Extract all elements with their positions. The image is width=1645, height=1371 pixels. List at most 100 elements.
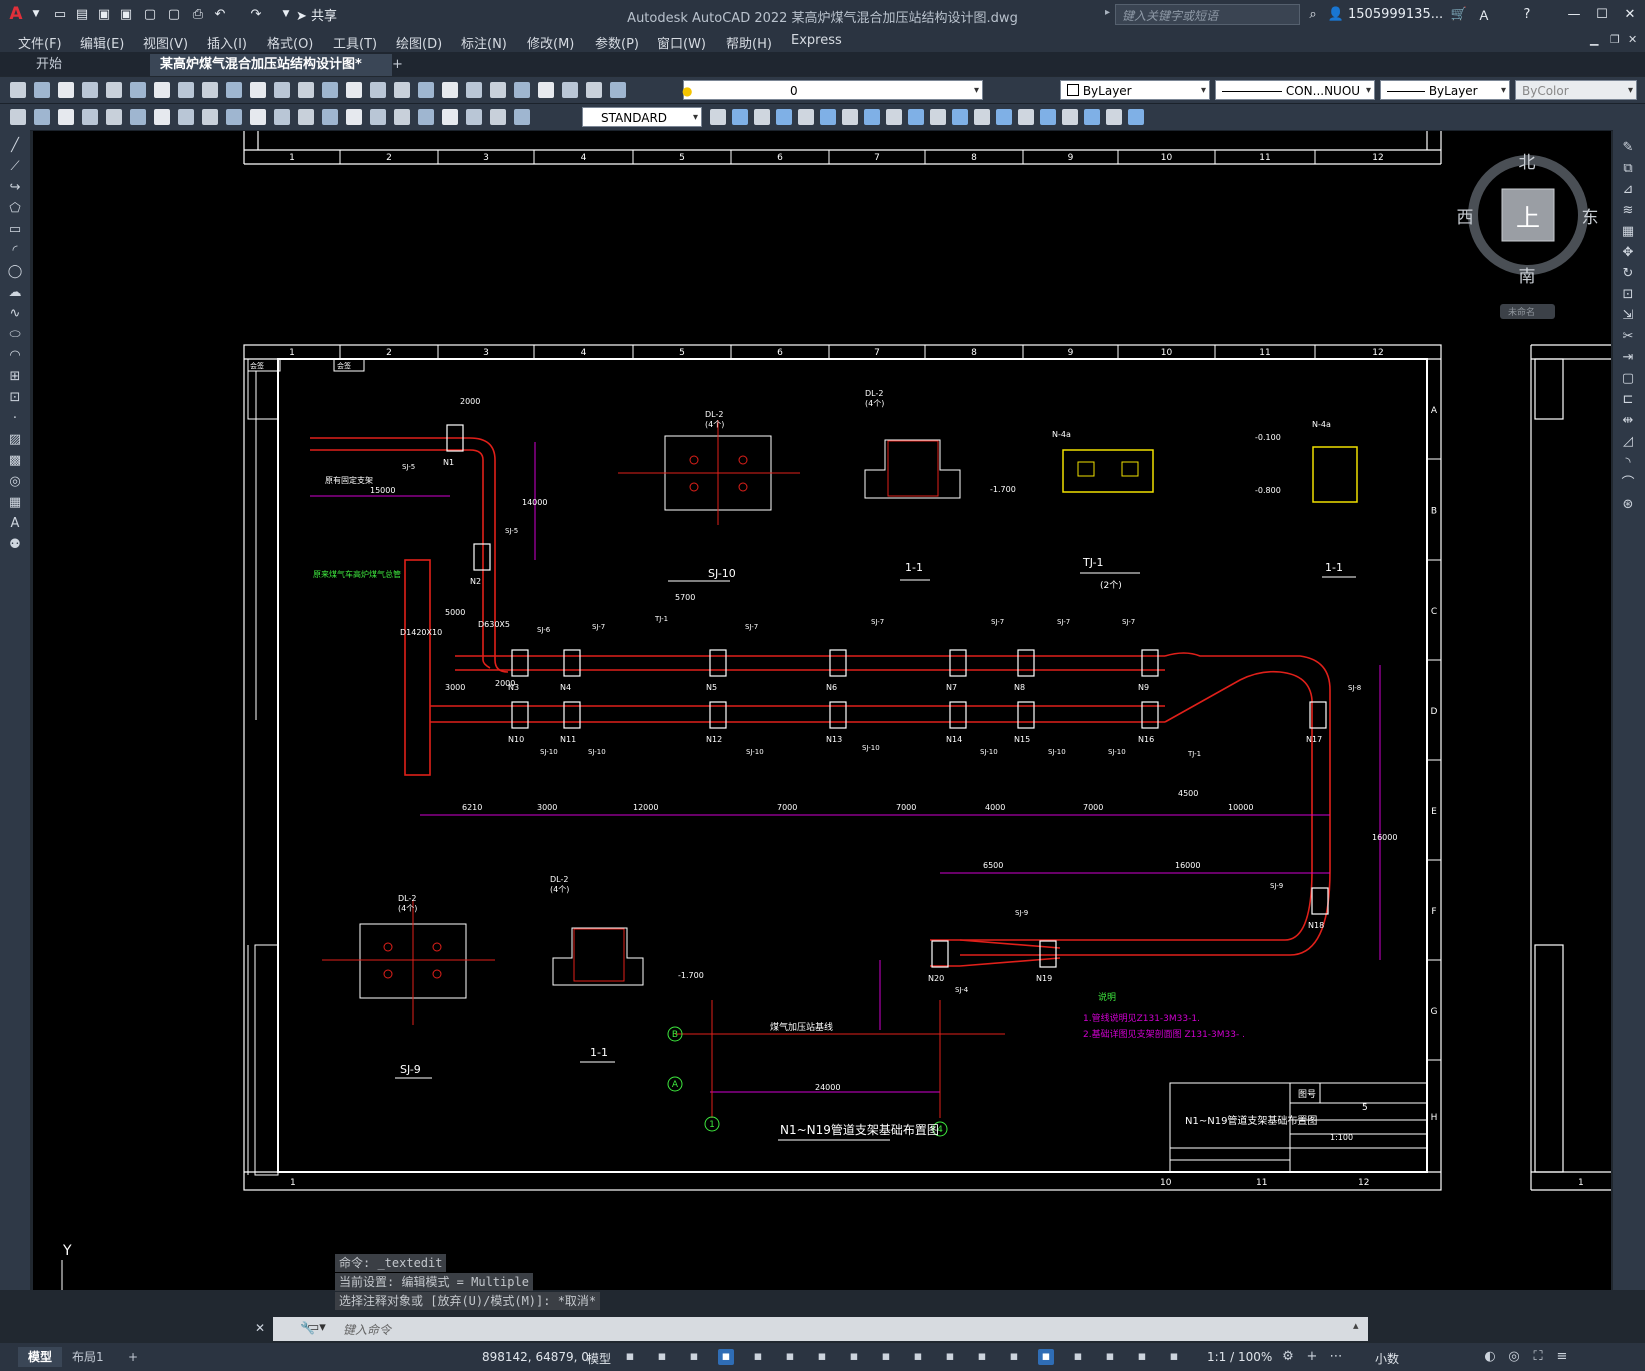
view-tool-icon[interactable]	[930, 109, 946, 125]
make-block-icon[interactable]: ⊡	[7, 390, 23, 406]
customize-icon[interactable]: 🔧	[300, 1321, 315, 1335]
calc-icon[interactable]	[514, 82, 530, 98]
new-file-icon[interactable]: ▭	[50, 4, 70, 24]
menu-help[interactable]: 帮助(H)	[726, 33, 772, 52]
copy-icon[interactable]	[178, 82, 194, 98]
stretch-icon[interactable]: ⇲	[1620, 308, 1636, 324]
add-icon[interactable]: +	[1304, 1349, 1320, 1365]
command-close-icon[interactable]: ✕	[255, 1321, 265, 1335]
grid-icon[interactable]: ▪	[622, 1349, 638, 1365]
view-tool-icon[interactable]	[776, 109, 792, 125]
view-tool-icon[interactable]	[1018, 109, 1034, 125]
text-style-combo[interactable]: STANDARD ▾	[582, 107, 702, 127]
user-name[interactable]: 1505999135...	[1348, 7, 1443, 22]
update-icon[interactable]	[466, 109, 482, 125]
break-at-point-icon[interactable]: ▢	[1620, 371, 1636, 387]
view-tool-icon[interactable]	[710, 109, 726, 125]
gizmo-icon[interactable]: ▪	[1070, 1349, 1086, 1365]
move-icon[interactable]: ✥	[1620, 245, 1636, 261]
diameter-icon[interactable]	[154, 109, 170, 125]
zoom-icon[interactable]	[322, 82, 338, 98]
snap-icon[interactable]: ▪	[654, 1349, 670, 1365]
join-icon[interactable]: ⇹	[1620, 413, 1636, 429]
user-icon[interactable]: 👤	[1326, 4, 1346, 24]
add-selected-icon[interactable]: ⚉	[7, 537, 23, 553]
ortho-icon[interactable]: ▪	[718, 1349, 734, 1365]
menu-insert[interactable]: 插入(I)	[207, 33, 247, 52]
qat-customize-icon[interactable]: ▼	[276, 4, 296, 24]
center-mark-icon[interactable]	[346, 109, 362, 125]
status-menu-icon[interactable]: ≡	[1554, 1349, 1570, 1365]
tab-drawing[interactable]: 某高炉煤气混合加压站结构设计图* ✕	[150, 54, 392, 94]
view-tool-icon[interactable]	[996, 109, 1012, 125]
transparency-icon[interactable]: ▪	[910, 1349, 926, 1365]
linetype-combo[interactable]: CON...NUOU ▾	[1215, 80, 1375, 100]
menu-draw[interactable]: 绘图(D)	[396, 33, 442, 52]
help-icon[interactable]: ?	[1517, 4, 1537, 24]
menu-tools[interactable]: 工具(T)	[333, 33, 377, 52]
app-menu-chevron-icon[interactable]: ▼	[26, 4, 46, 24]
viewcube[interactable]	[1468, 155, 1588, 319]
point-icon[interactable]: ·	[7, 411, 23, 427]
annotation-scale-icon[interactable]: ▪	[1166, 1349, 1182, 1365]
insert-block-icon[interactable]: ⊞	[7, 369, 23, 385]
isolate-objects-icon[interactable]: ◐	[1482, 1349, 1498, 1365]
menu-parametric[interactable]: 参数(P)	[595, 33, 639, 52]
selection-filter-icon[interactable]: ▪	[1038, 1349, 1054, 1365]
menu-window[interactable]: 窗口(W)	[657, 33, 706, 52]
autodesk-app-icon[interactable]: Ａ	[1474, 4, 1494, 24]
ellipse-arc-icon[interactable]: ◠	[7, 348, 23, 364]
line-icon[interactable]: ╱	[7, 138, 23, 154]
break-icon[interactable]	[298, 109, 314, 125]
publish-icon[interactable]	[130, 82, 146, 98]
maximize-icon[interactable]: ☐	[1592, 4, 1612, 24]
edit-text-icon[interactable]	[442, 109, 458, 125]
menu-format[interactable]: 格式(O)	[267, 33, 313, 52]
tab-start[interactable]: 开始	[26, 54, 166, 76]
auto-scale-icon[interactable]: ▪	[1134, 1349, 1150, 1365]
search-icon[interactable]: ⌕	[1303, 4, 1323, 24]
design-center-icon[interactable]	[418, 82, 434, 98]
drawing-svg[interactable]: 1 2 3 4 5 6 7 8 9 10 11 12 1 2 3 4 5 6 7 8 9 10 11 12 ABCDEFGH…	[33, 131, 1611, 1290]
copy-object-icon[interactable]: ⧉	[1620, 161, 1636, 177]
doc-close-icon[interactable]: ✕	[1628, 33, 1637, 46]
add-layout-button[interactable]: +	[118, 1347, 148, 1367]
share-button[interactable]: ➤ 共享	[296, 5, 337, 24]
radius-icon[interactable]	[106, 109, 122, 125]
hardware-accel-icon[interactable]: ◎	[1506, 1349, 1522, 1365]
angular-icon[interactable]	[178, 109, 194, 125]
spacing-icon[interactable]	[274, 109, 290, 125]
break-icon[interactable]: ⊏	[1620, 392, 1636, 408]
view-tool-icon[interactable]	[1040, 109, 1056, 125]
properties-icon[interactable]	[394, 82, 410, 98]
construction-line-icon[interactable]: ⟋	[7, 159, 23, 175]
menu-view[interactable]: 视图(V)	[143, 33, 188, 52]
circle-icon[interactable]: ◯	[7, 264, 23, 280]
annotation-scale[interactable]: 1:1 / 100%	[1207, 1350, 1272, 1364]
view-tool-icon[interactable]	[754, 109, 770, 125]
isodraft-icon[interactable]: ▪	[782, 1349, 798, 1365]
command-history-toggle-icon[interactable]: ▴	[1353, 1319, 1359, 1332]
quick-dim-icon[interactable]	[202, 109, 218, 125]
infer-icon[interactable]: ▪	[686, 1349, 702, 1365]
help-search-input[interactable]: 键入关键字或短语	[1115, 4, 1300, 25]
3d-osnap-icon[interactable]: ▪	[974, 1349, 990, 1365]
workspace-icon[interactable]: ⚙	[1280, 1349, 1296, 1365]
plot-icon[interactable]: ⎙	[188, 4, 208, 24]
layer-state-icon[interactable]	[586, 82, 602, 98]
polar-icon[interactable]: ▪	[750, 1349, 766, 1365]
tab-model[interactable]: 模型	[18, 1347, 63, 1367]
command-input[interactable]: 键入命令	[343, 1321, 391, 1338]
view-tool-icon[interactable]	[886, 109, 902, 125]
customize-status-icon[interactable]: ⋯	[1328, 1349, 1344, 1365]
doc-minimize-icon[interactable]: ▁	[1590, 33, 1598, 46]
cut-icon[interactable]	[154, 82, 170, 98]
plotstyle-combo[interactable]: ByColor ▾	[1515, 80, 1637, 100]
menu-express[interactable]: Express	[791, 33, 842, 48]
view-tool-icon[interactable]	[864, 109, 880, 125]
chamfer-icon[interactable]: ◿	[1620, 434, 1636, 450]
dimstyle-icon[interactable]	[490, 109, 506, 125]
menu-modify[interactable]: 修改(M)	[527, 33, 574, 52]
tolerance-icon[interactable]	[322, 109, 338, 125]
autocad-logo-icon[interactable]: A	[6, 4, 26, 24]
